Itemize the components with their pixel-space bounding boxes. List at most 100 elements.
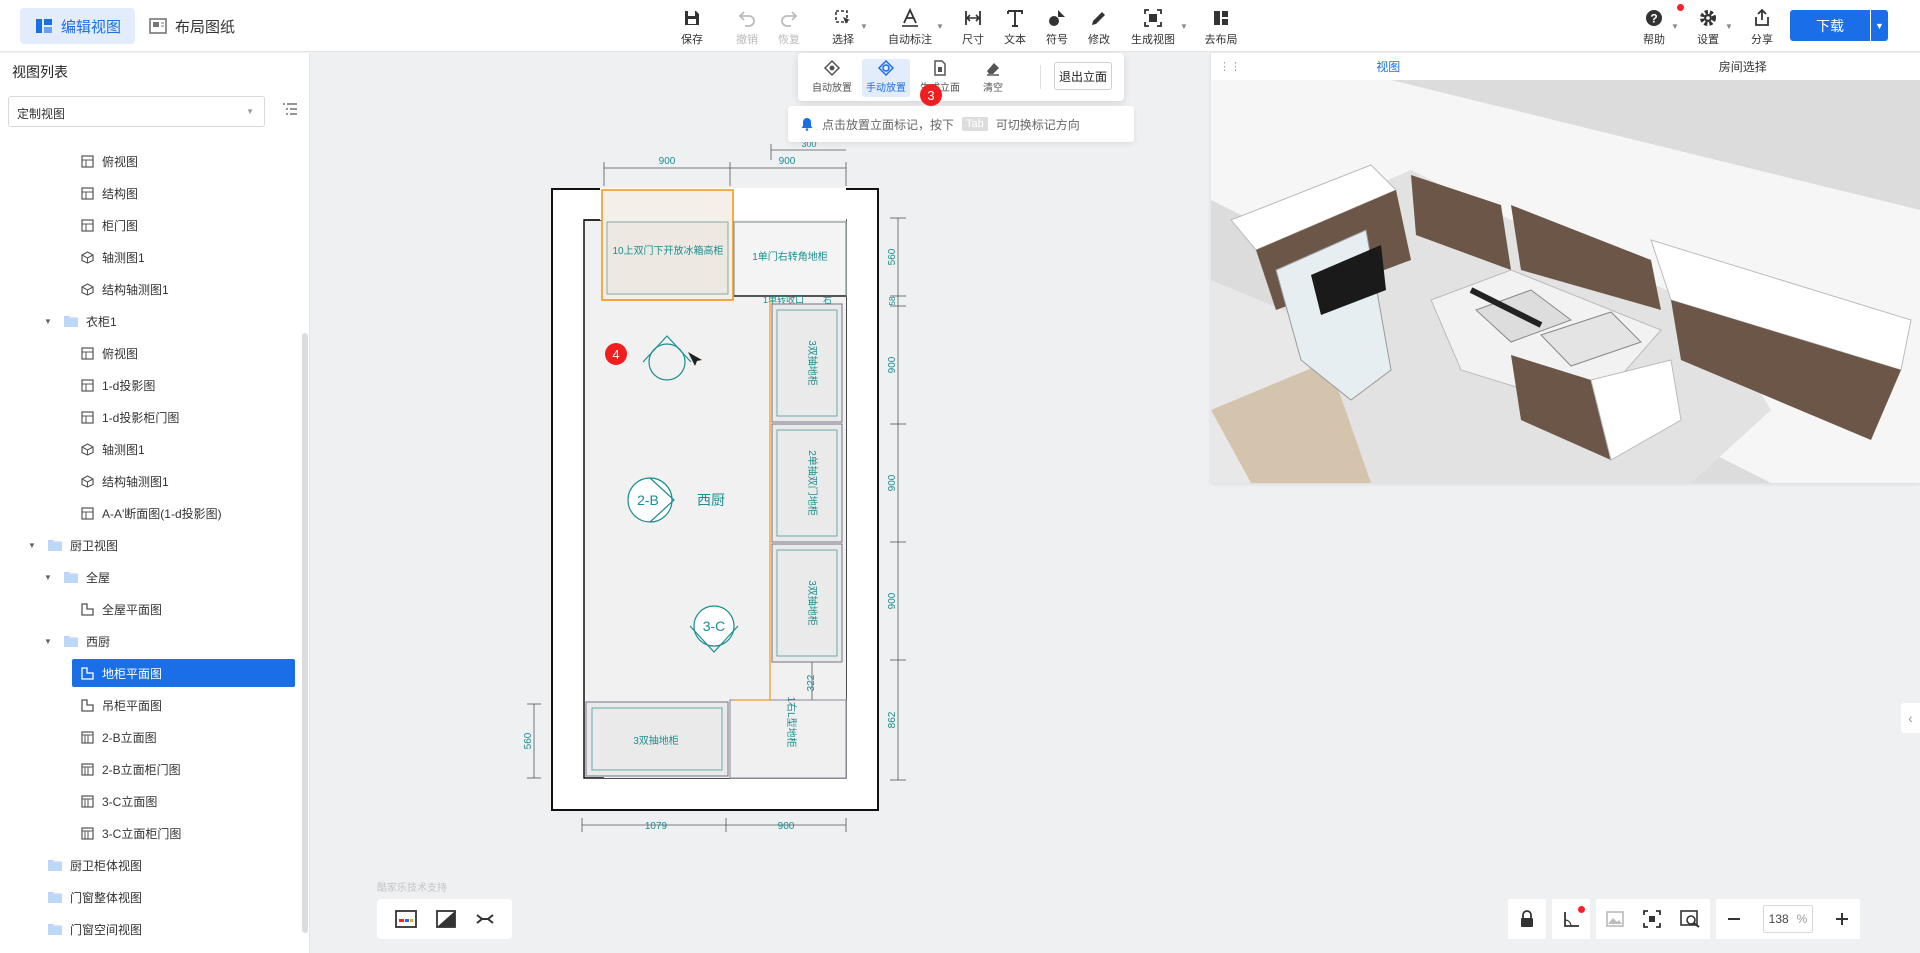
chevron-down-icon: ▼ [1875,20,1884,31]
tree-item[interactable]: 轴测图1 [80,435,145,463]
tree-item[interactable]: 门窗整体视图 [48,883,142,911]
help-button[interactable]: ? 帮助 [1632,8,1676,47]
text-button[interactable]: 文本 [993,8,1037,47]
download-dropdown-button[interactable]: ▼ [1871,10,1888,41]
collapse-panel-handle[interactable]: ‹ [1901,703,1920,733]
tree-item[interactable]: 吊柜平面图 [80,691,162,719]
tree-item[interactable]: ▼ 全屋 [44,563,110,591]
tree-item[interactable]: 2-B立面柜门图 [80,755,181,783]
select-dropdown-caret[interactable]: ▼ [860,22,868,31]
tree-item-label: 结构图 [102,186,139,201]
auto-annotate-dropdown-caret[interactable]: ▼ [936,22,944,31]
download-button[interactable]: 下载 [1790,10,1870,41]
tree-item[interactable]: 结构轴测图1 [80,275,169,303]
tree-item[interactable]: 结构图 [80,179,138,207]
tree-item[interactable]: 厨卫柜体视图 [48,851,142,879]
tree-item[interactable]: 轴测图1 [80,243,145,271]
expand-toggle-icon[interactable]: ▼ [44,317,52,326]
help-icon: ? [1646,10,1662,26]
expand-toggle-icon[interactable]: ▼ [44,637,52,646]
tree-item[interactable]: ▼ 衣柜1 [44,307,117,335]
tree-item[interactable]: 柜门图 [80,211,138,239]
text-label: 文本 [1004,34,1026,46]
tree-item-label: ... [86,135,96,136]
fill-toggle-icon[interactable] [435,910,456,928]
help-dropdown-caret[interactable]: ▼ [1671,22,1679,31]
tree-item[interactable]: 2-B立面图 [80,723,157,751]
go-layout-label: 去布局 [1204,34,1238,46]
list-toggle-icon[interactable] [282,101,298,117]
share-button[interactable]: 分享 [1740,8,1784,47]
tab-layout-drawing[interactable]: 布局图纸 [134,8,249,44]
symbol-button[interactable]: 符号 [1035,8,1079,47]
tree-item[interactable]: 地柜平面图 [72,659,295,687]
generate-view-button[interactable]: 生成视图 [1127,8,1179,47]
folder-icon [48,890,62,904]
sidebar-scrollbar[interactable] [302,333,308,933]
zoom-input[interactable]: 138 % [1763,905,1813,933]
tree-item[interactable]: 3-C立面柜门图 [80,819,181,847]
tree-item-label: 西厨 [86,634,111,649]
exit-elevation-button[interactable]: 退出立面 [1054,62,1112,90]
elevation-submenu: 自动放置 手动放置 生成立面 清空 退出立面 [798,53,1124,101]
tree-item[interactable]: 结构轴测图1 [80,467,169,495]
manual-place-button[interactable]: 手动放置 [862,59,910,97]
drag-handle-icon[interactable]: ⋮⋮ [1219,60,1241,73]
zoom-out-icon[interactable] [1727,912,1741,926]
tree-item[interactable]: 1-d投影柜门图 [80,403,179,431]
tree-item[interactable]: 门窗空间视图 [48,915,142,943]
undo-button[interactable]: 撤销 [725,8,769,47]
settings-label: 设置 [1697,34,1719,46]
auto-place-button[interactable]: 自动放置 [808,59,856,97]
auto-annotate-button[interactable]: 自动标注 [885,8,935,47]
expand-toggle-icon[interactable]: ▼ [44,573,52,582]
settings-button[interactable]: 设置 [1686,8,1730,47]
edit-button[interactable]: 修改 [1077,8,1121,47]
view-type-select[interactable]: 定制视图 ▼ [8,96,265,127]
fit-screen-icon[interactable] [1643,910,1661,928]
select-button[interactable]: 选择 [821,8,865,47]
cabinet-label-1: 10上双门下开放冰箱高柜 [612,244,723,257]
angle-snap-button[interactable] [1552,899,1590,939]
redo-button[interactable]: 恢复 [767,8,811,47]
tab-edit-view[interactable]: 编辑视图 [20,8,136,44]
plan-icon [80,666,94,680]
3d-kitchen-render[interactable] [1211,80,1920,483]
tree-item[interactable]: 俯视图 [80,147,138,175]
folder-icon [64,634,78,648]
generate-view-dropdown-caret[interactable]: ▼ [1180,22,1188,31]
tree-item-label: 全屋平面图 [102,602,163,617]
image-icon[interactable] [1605,911,1624,927]
tab-room-select[interactable]: 房间选择 [1566,53,1920,80]
view-list-title: 视图列表 [12,64,68,80]
go-layout-button[interactable]: 去布局 [1199,8,1243,47]
lock-button[interactable] [1508,899,1546,939]
zoom-area-icon[interactable] [1680,910,1700,928]
tree-item[interactable]: ▼ 厨卫视图 [28,531,118,559]
tree-item[interactable]: 3-C立面图 [80,787,157,815]
tree-item-label: 地柜平面图 [102,666,163,681]
color-mode-icon[interactable] [394,910,417,928]
zoom-in-icon[interactable] [1835,912,1849,926]
tree-item-label: 厨卫柜体视图 [70,858,143,873]
axo-icon [80,282,94,296]
tree-item[interactable]: A-A'断面图(1-d投影图) [80,499,222,527]
auto-place-icon [823,59,841,77]
tab-view[interactable]: 视图 [1211,53,1566,80]
binding-icon[interactable] [475,911,495,927]
tree-item[interactable]: ... [64,135,96,143]
settings-dropdown-caret[interactable]: ▼ [1725,22,1733,31]
edit-label: 修改 [1088,34,1110,46]
tree-item[interactable]: 全屋平面图 [80,595,162,623]
generate-elevation-icon [934,60,946,76]
select-icon [835,10,850,24]
tree-item[interactable]: 俯视图 [80,339,138,367]
hint-key: Tab [962,117,988,131]
tree-item[interactable]: ▼ 西厨 [44,627,111,655]
expand-toggle-icon[interactable]: ▼ [28,541,36,550]
tree-item[interactable]: 1-d投影图 [80,371,155,399]
corner-label: 1单转收口 [763,294,804,305]
save-button[interactable]: 保存 [670,8,714,47]
dimension-button[interactable]: 尺寸 [951,8,995,47]
clear-button[interactable]: 清空 [969,59,1017,97]
